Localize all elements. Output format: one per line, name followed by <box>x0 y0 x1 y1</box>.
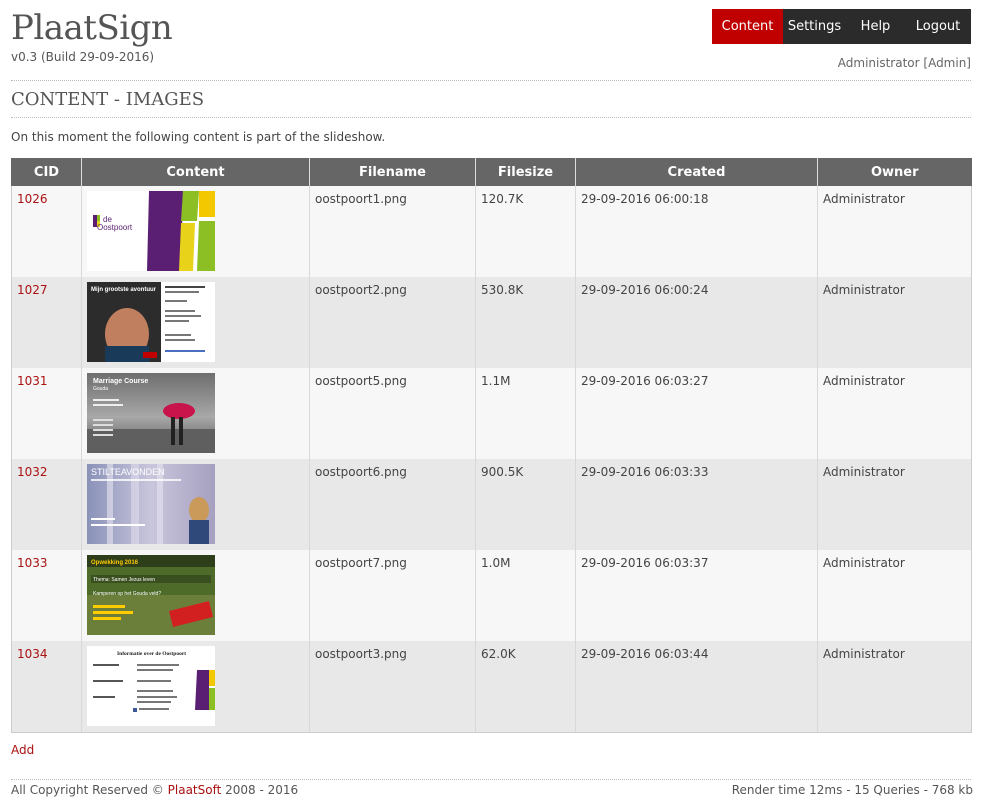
cid-link[interactable]: 1027 <box>17 283 48 297</box>
thumbnail-oostpoort1[interactable]: de Oostpoort <box>87 191 215 271</box>
current-user: Administrator [Admin] <box>837 56 971 70</box>
table-row: 1026 de Oostpoort oostpoort1.png 120.7K … <box>11 186 972 277</box>
thumb-subline: Kamperen op het Gouda veld? <box>93 591 161 597</box>
cid-link[interactable]: 1034 <box>17 647 48 661</box>
table-row: 1033 Opwekking 2016 Thema: Samen Jezus l… <box>11 550 972 641</box>
created-cell: 29-09-2016 06:03:37 <box>575 550 818 641</box>
owner-cell: Administrator <box>817 550 972 641</box>
content-table: CID Content Filename Filesize Created Ow… <box>11 158 972 733</box>
divider <box>11 80 971 81</box>
page-title: CONTENT - IMAGES <box>11 89 205 110</box>
created-cell: 29-09-2016 06:00:24 <box>575 277 818 368</box>
filename-cell: oostpoort1.png <box>309 186 476 277</box>
created-cell: 29-09-2016 06:00:18 <box>575 186 818 277</box>
nav-content[interactable]: Content <box>712 9 783 44</box>
table-header-row: CID Content Filename Filesize Created Ow… <box>11 158 972 186</box>
copyright-years: 2008 - 2016 <box>225 783 299 797</box>
table-row: 1032 STILTEAVONDEN oostpoort6.png 900.5K… <box>11 459 972 550</box>
thumb-headline: STILTEAVONDEN <box>91 467 165 477</box>
thumb-headline: Informatie over de Oostpoort <box>117 651 186 657</box>
divider <box>11 779 971 780</box>
cid-link[interactable]: 1026 <box>17 192 48 206</box>
header-created: Created <box>575 158 818 186</box>
filename-cell: oostpoort5.png <box>309 368 476 459</box>
owner-cell: Administrator <box>817 459 972 550</box>
filesize-cell: 62.0K <box>475 641 576 733</box>
filename-cell: oostpoort3.png <box>309 641 476 733</box>
filename-cell: oostpoort7.png <box>309 550 476 641</box>
header-filesize: Filesize <box>475 158 576 186</box>
app-version: v0.3 (Build 29-09-2016) <box>11 50 155 64</box>
filename-cell: oostpoort6.png <box>309 459 476 550</box>
copyright-prefix: All Copyright Reserved © <box>11 783 164 797</box>
created-cell: 29-09-2016 06:03:27 <box>575 368 818 459</box>
intro-text: On this moment the following content is … <box>11 130 386 144</box>
main-nav: Content Settings Help Logout <box>712 9 971 44</box>
thumb-headline: Marriage Course <box>93 378 148 385</box>
footer-stats: Render time 12ms - 15 Queries - 768 kb <box>731 783 973 797</box>
thumbnail-oostpoort2[interactable]: Mijn grootste avontuur <box>87 282 215 362</box>
filesize-cell: 1.1M <box>475 368 576 459</box>
thumb-subline: Gouda <box>93 386 108 392</box>
owner-cell: Administrator <box>817 368 972 459</box>
table-row: 1027 Mijn grootste avontuur oostpoort2.p… <box>11 277 972 368</box>
filesize-cell: 530.8K <box>475 277 576 368</box>
footer-copyright: All Copyright Reserved © PlaatSoft 2008 … <box>11 783 298 797</box>
header-filename: Filename <box>309 158 476 186</box>
company-link[interactable]: PlaatSoft <box>168 783 222 797</box>
owner-cell: Administrator <box>817 277 972 368</box>
created-cell: 29-09-2016 06:03:44 <box>575 641 818 733</box>
cid-link[interactable]: 1033 <box>17 556 48 570</box>
header-content: Content <box>81 158 310 186</box>
nav-logout[interactable]: Logout <box>905 9 971 44</box>
filesize-cell: 1.0M <box>475 550 576 641</box>
table-row: 1031 Marriage Course Gouda oostpoort5.pn… <box>11 368 972 459</box>
filename-cell: oostpoort2.png <box>309 277 476 368</box>
brand: PlaatSign v0.3 (Build 29-09-2016) <box>11 8 173 64</box>
thumb-subline: Thema: Samen Jezus leven <box>93 577 155 583</box>
thumbnail-oostpoort7[interactable]: Opwekking 2016 Thema: Samen Jezus leven … <box>87 555 215 635</box>
filesize-cell: 120.7K <box>475 186 576 277</box>
thumb-headline: Mijn grootste avontuur <box>91 287 157 293</box>
add-link[interactable]: Add <box>11 743 34 757</box>
thumbnail-oostpoort6[interactable]: STILTEAVONDEN <box>87 464 215 544</box>
table-row: 1034 Informatie over de Oostpoort oostpo… <box>11 641 972 733</box>
thumb-logo-text: Oostpoort <box>97 223 133 232</box>
app-title: PlaatSign <box>11 8 173 48</box>
owner-cell: Administrator <box>817 641 972 733</box>
thumb-headline: Opwekking 2016 <box>91 560 139 566</box>
owner-cell: Administrator <box>817 186 972 277</box>
header-owner: Owner <box>817 158 972 186</box>
filesize-cell: 900.5K <box>475 459 576 550</box>
created-cell: 29-09-2016 06:03:33 <box>575 459 818 550</box>
divider <box>11 117 971 118</box>
cid-link[interactable]: 1031 <box>17 374 48 388</box>
nav-settings[interactable]: Settings <box>783 9 846 44</box>
nav-help[interactable]: Help <box>846 9 905 44</box>
cid-link[interactable]: 1032 <box>17 465 48 479</box>
thumbnail-oostpoort3[interactable]: Informatie over de Oostpoort <box>87 646 215 726</box>
header-cid: CID <box>11 158 82 186</box>
thumbnail-oostpoort5[interactable]: Marriage Course Gouda <box>87 373 215 453</box>
